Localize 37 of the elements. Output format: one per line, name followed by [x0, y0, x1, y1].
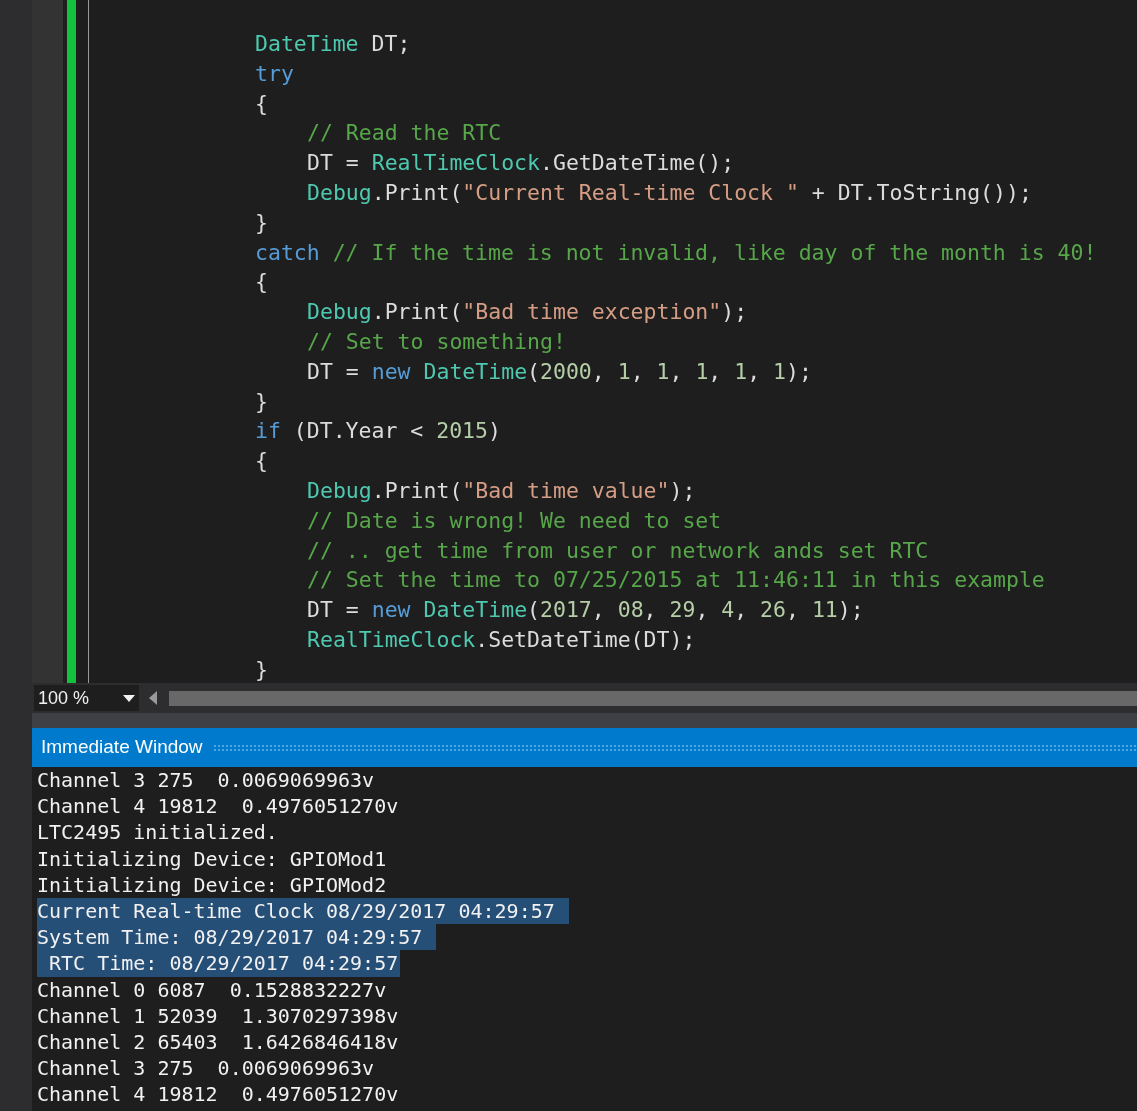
code-line: // Date is wrong! We need to set [307, 506, 722, 535]
output-line: Channel 4 19812 0.4976051270v [37, 1081, 400, 1108]
caret-icon [123, 694, 135, 702]
code-line: DT = new DateTime(2000, 1, 1, 1, 1, 1); [307, 357, 812, 386]
output-line: Channel 0 6087 0.1528832227v [37, 976, 388, 1003]
output-line: Channel 1 52039 1.3070297398v [37, 1002, 400, 1030]
output-line: Channel 3 275 0.0069069963v [37, 1055, 376, 1082]
code-line: // Set to something! [307, 327, 566, 356]
code-line: } [255, 655, 268, 683]
code-line: { [255, 268, 268, 297]
code-line: RealTimeClock.SetDateTime(DT); [307, 625, 696, 654]
output-line: Channel 2 65403 1.6426846418v [37, 1029, 400, 1056]
horizontal-scrollbar-thumb[interactable] [169, 690, 1137, 706]
code-line: { [255, 89, 268, 118]
code-line: // Set the time to 07/25/2015 at 11:46:11 in this example [307, 566, 1045, 595]
code-line: DateTime DT; [255, 30, 411, 58]
code-line: catch // If the time is not invalid, like day of the month is 40! [255, 238, 1097, 267]
scroll-left-icon[interactable] [149, 691, 157, 705]
output-line: Channel 3 275 0.0069069963v [37, 767, 376, 794]
code-line: DT = RealTimeClock.GetDateTime(); [307, 149, 735, 178]
code-line: if (DT.Year < 2015) [255, 417, 501, 446]
code-line: Debug.Print("Bad time exception"); [307, 298, 748, 327]
panel-title: Immediate Window [41, 735, 203, 760]
code-line: // .. get time from user or network ands set RTC [307, 536, 929, 565]
code-line: } [255, 387, 268, 416]
code-line: try [255, 59, 294, 88]
code-line: } [255, 208, 268, 237]
code-line: Debug.Print("Current Real-time Clock " + DT.ToString()); [307, 179, 1032, 207]
output-line: Initializing Device: GPIOMod2 [37, 871, 388, 898]
code-line: DT = new DateTime(2017, 08, 29, 4, 26, 11); [307, 596, 864, 625]
code-line: { [255, 447, 268, 476]
output-line: Channel 4 19812 0.4976051270v [37, 793, 400, 820]
code-line: Debug.Print("Bad time value"); [307, 476, 696, 505]
code-line: // Read the RTC [307, 119, 502, 148]
output-line: Initializing Device: GPIOMod1 [37, 845, 388, 872]
output-line: LTC2495 initialized. [37, 819, 279, 846]
zoom-dropdown[interactable]: 100 % [34, 685, 139, 711]
